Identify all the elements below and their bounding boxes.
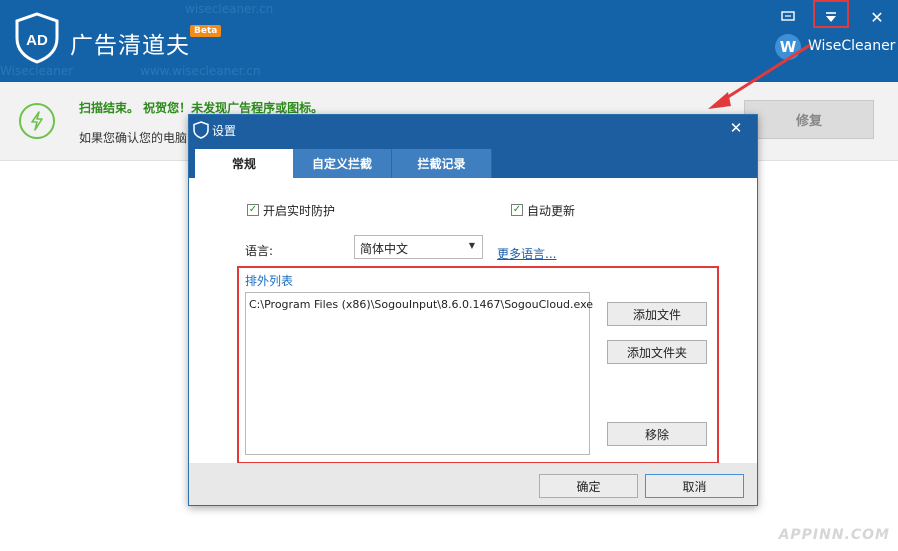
add-file-button[interactable]: 添加文件 (607, 302, 707, 326)
close-icon[interactable]: ✕ (866, 6, 888, 28)
remove-button[interactable]: 移除 (607, 422, 707, 446)
language-value: 简体中文 (360, 242, 409, 256)
list-item[interactable]: C:\Program Files (x86)\SogouInput\8.6.0.… (249, 298, 593, 311)
tab-general[interactable]: 常规 (195, 149, 293, 178)
dialog-shield-icon (193, 121, 209, 139)
app-title: 广告清道夫 (70, 33, 190, 59)
dialog-footer: 确定 取消 (189, 463, 757, 505)
annotation-arrow (708, 43, 811, 109)
dialog-close-icon[interactable]: ✕ (726, 118, 746, 138)
watermark: APPINN.COM (778, 527, 890, 543)
auto-update-checkbox[interactable]: ✓ (511, 204, 523, 216)
ok-button[interactable]: 确定 (539, 474, 638, 498)
scan-result-desc: 如果您确认您的电脑 (79, 131, 188, 145)
logo-text: AD (26, 32, 48, 49)
tab-custom-block[interactable]: 自定义拦截 (293, 149, 392, 178)
realtime-protection-label: 开启实时防护 (263, 204, 336, 218)
ghost-text: wisecleaner.cn (185, 2, 274, 16)
brand-text: WiseCleaner (808, 38, 896, 54)
language-select[interactable]: 简体中文 ▼ (354, 235, 483, 259)
dialog-title: 设置 (212, 124, 237, 138)
ghost-text: www.wisecleaner.cn (140, 64, 261, 78)
settings-dialog: 设置 ✕ 常规 自定义拦截 拦截记录 ✓ 开启实时防护 ✓ 自动更新 语言: 简… (188, 114, 758, 506)
chevron-down-icon: ▼ (468, 241, 475, 250)
feedback-icon[interactable] (777, 6, 799, 28)
menu-highlight-box (813, 0, 849, 28)
ghost-text: Wisecleaner (0, 64, 74, 78)
auto-update-label: 自动更新 (527, 204, 576, 218)
exclusion-list-title: 排外列表 (245, 274, 294, 288)
tab-block-log[interactable]: 拦截记录 (392, 149, 492, 178)
lightning-icon (19, 103, 55, 139)
add-folder-button[interactable]: 添加文件夹 (607, 340, 707, 364)
dialog-titlebar: 设置 ✕ 常规 自定义拦截 拦截记录 (189, 115, 757, 178)
beta-badge: Beta (190, 25, 222, 37)
app-logo-icon: AD (15, 12, 59, 64)
realtime-protection-checkbox[interactable]: ✓ (247, 204, 259, 216)
cancel-button[interactable]: 取消 (645, 474, 744, 498)
exclusion-list[interactable]: C:\Program Files (x86)\SogouInput\8.6.0.… (245, 292, 593, 455)
language-label: 语言: (245, 244, 274, 258)
more-languages-link[interactable]: 更多语言... (497, 245, 556, 262)
